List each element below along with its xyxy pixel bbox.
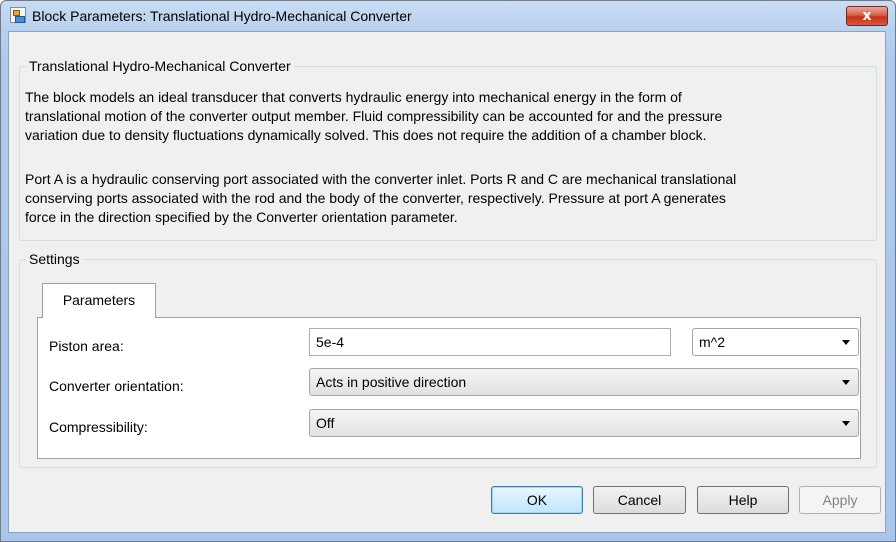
description-line: variation due to density fluctuations dy… bbox=[25, 127, 707, 143]
description-line: translational motion of the converter ou… bbox=[25, 108, 723, 124]
dialog-window: Block Parameters: Translational Hydro-Me… bbox=[0, 0, 896, 542]
apply-button[interactable]: Apply bbox=[799, 486, 881, 514]
tab-parameters[interactable]: Parameters bbox=[42, 283, 156, 318]
converter-orientation-select[interactable]: Acts in positive direction bbox=[309, 368, 859, 396]
chevron-down-icon bbox=[842, 380, 850, 385]
help-button[interactable]: Help bbox=[697, 486, 789, 514]
cancel-button[interactable]: Cancel bbox=[593, 486, 686, 514]
piston-area-label: Piston area: bbox=[49, 338, 124, 354]
piston-area-input[interactable]: 5e-4 bbox=[309, 328, 671, 356]
dialog-client-area: Translational Hydro-Mechanical Converter… bbox=[8, 31, 886, 533]
description-group-label: Translational Hydro-Mechanical Converter bbox=[26, 57, 294, 75]
converter-orientation-label: Converter orientation: bbox=[49, 378, 184, 394]
description-line: force in the direction specified by the … bbox=[25, 209, 458, 225]
ok-button[interactable]: OK bbox=[491, 486, 583, 514]
compressibility-label: Compressibility: bbox=[49, 419, 148, 435]
simulink-block-icon bbox=[10, 7, 26, 23]
chevron-down-icon bbox=[842, 421, 850, 426]
settings-group-label: Settings bbox=[26, 250, 83, 268]
title-bar: Block Parameters: Translational Hydro-Me… bbox=[1, 1, 895, 31]
converter-orientation-value: Acts in positive direction bbox=[316, 374, 467, 390]
description-line: conserving ports associated with the rod… bbox=[25, 190, 726, 206]
window-title: Block Parameters: Translational Hydro-Me… bbox=[32, 8, 412, 24]
close-button[interactable]: x bbox=[846, 6, 888, 26]
compressibility-value: Off bbox=[316, 415, 335, 431]
chevron-down-icon bbox=[842, 340, 850, 345]
description-paragraph-2: Port A is a hydraulic conserving port as… bbox=[25, 170, 875, 227]
description-line: The block models an ideal transducer tha… bbox=[25, 89, 682, 105]
description-paragraph-1: The block models an ideal transducer tha… bbox=[25, 88, 875, 145]
piston-area-unit-select[interactable]: m^2 bbox=[692, 328, 859, 356]
description-line: Port A is a hydraulic conserving port as… bbox=[25, 171, 737, 187]
compressibility-select[interactable]: Off bbox=[309, 409, 859, 437]
piston-area-unit-value: m^2 bbox=[699, 334, 726, 350]
